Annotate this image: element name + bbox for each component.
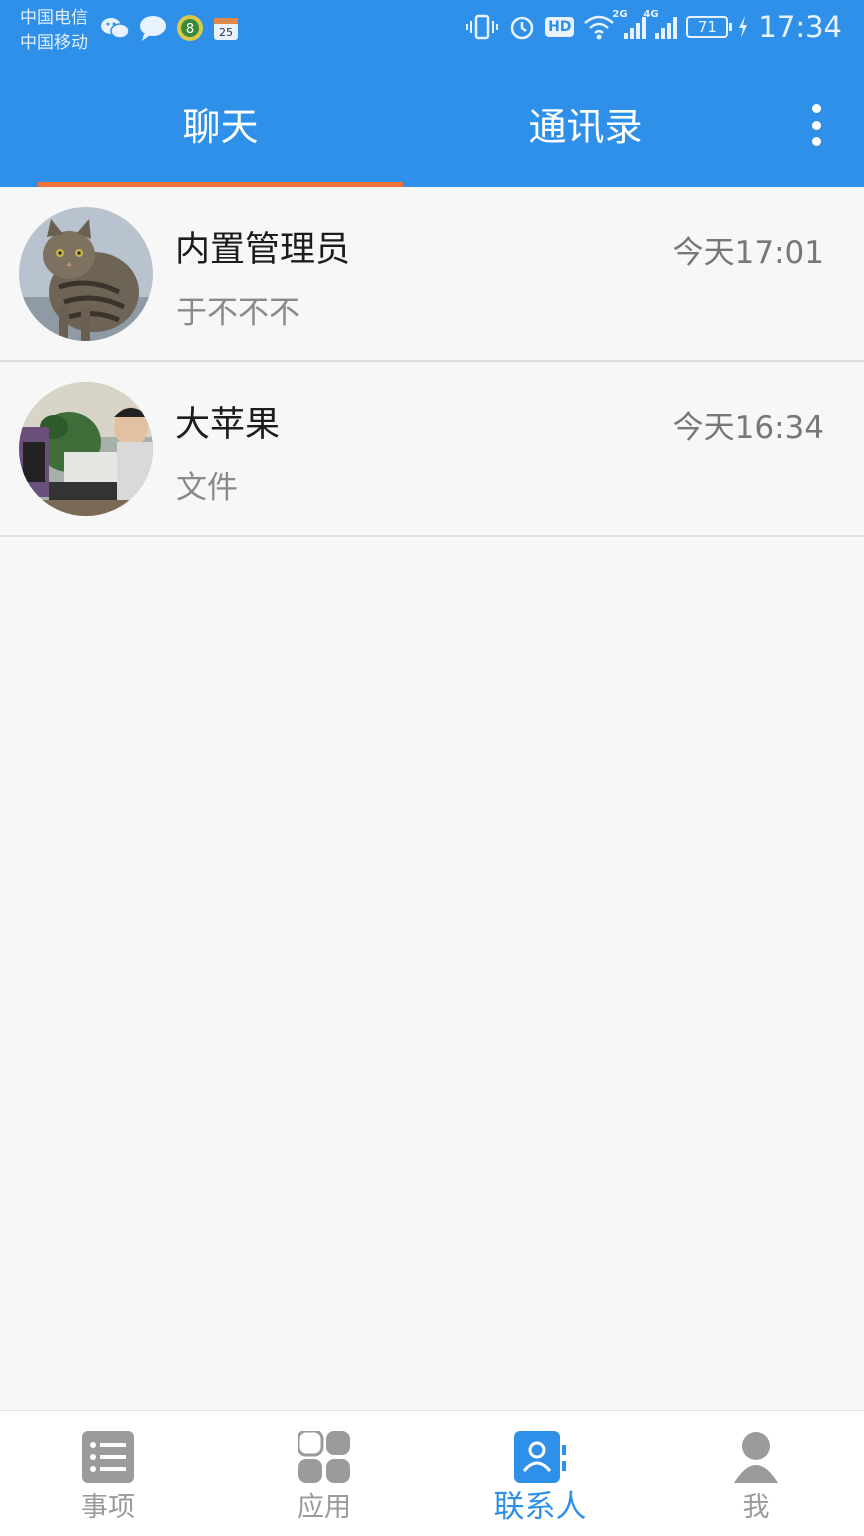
message-preview: 于不不不 xyxy=(176,295,300,331)
wechat-icon xyxy=(101,18,130,39)
conversation-row[interactable]: 大苹果 今天16:34 文件 xyxy=(0,362,864,537)
carrier-2: 中国移动 xyxy=(20,33,88,53)
alarm-icon xyxy=(510,16,534,40)
nav-apps[interactable]: 应用 xyxy=(216,1411,432,1536)
message-icon xyxy=(140,16,166,41)
calendar-icon: 25 xyxy=(214,18,238,40)
signal-2-icon: 4G xyxy=(643,9,678,39)
vibrate-icon xyxy=(466,14,499,40)
svg-text:25: 25 xyxy=(219,26,233,39)
nav-me[interactable]: 我 xyxy=(648,1411,864,1536)
message-time: 今天16:34 xyxy=(672,410,824,446)
more-menu-icon[interactable] xyxy=(806,104,826,146)
nav-apps-label: 应用 xyxy=(297,1492,351,1523)
system-status: HD 2G 4G 71 17:34 xyxy=(465,9,842,44)
wifi-icon xyxy=(584,15,615,40)
app-header: 聊天 通讯录 xyxy=(0,60,864,187)
nav-tasks[interactable]: 事项 xyxy=(0,1411,216,1536)
battery-indicator: 71 xyxy=(686,16,733,38)
person-icon xyxy=(734,1432,778,1483)
avatar[interactable] xyxy=(19,207,153,341)
clock: 17:34 xyxy=(758,10,842,44)
nav-contacts-label: 联系人 xyxy=(493,1489,587,1525)
carrier-1: 中国电信 xyxy=(20,8,88,28)
avatar[interactable] xyxy=(19,382,153,516)
signal-2-label: 4G xyxy=(643,9,659,20)
signal-1-label: 2G xyxy=(612,9,628,20)
contact-name: 内置管理员 xyxy=(175,230,351,270)
contacts-icon xyxy=(514,1431,566,1483)
conversation-list: 内置管理员 今天17:01 于不不不 大苹果 今天16:34 文件 xyxy=(0,187,864,537)
svg-text:8: 8 xyxy=(186,22,194,37)
list-icon xyxy=(82,1431,134,1483)
nav-me-label: 我 xyxy=(742,1492,770,1523)
bottom-navigation: 事项 应用 联系人 我 xyxy=(0,1410,864,1536)
message-time: 今天17:01 xyxy=(672,235,824,271)
charging-icon xyxy=(739,16,748,38)
notification-icons: 8 25 xyxy=(100,14,240,42)
apps-grid-icon xyxy=(298,1431,350,1483)
app-badge-icon: 8 xyxy=(177,15,203,41)
nav-contacts[interactable]: 联系人 xyxy=(432,1411,648,1536)
conversation-row[interactable]: 内置管理员 今天17:01 于不不不 xyxy=(0,187,864,362)
contact-name: 大苹果 xyxy=(175,405,281,445)
status-bar: 中国电信 中国移动 8 25 HD 2G 4G 71 17:34 xyxy=(0,0,864,60)
message-preview: 文件 xyxy=(176,470,238,506)
tab-chat[interactable]: 聊天 xyxy=(38,60,403,187)
tab-contacts[interactable]: 通讯录 xyxy=(403,60,768,187)
hd-badge: HD xyxy=(545,17,575,37)
carrier-info: 中国电信 中国移动 xyxy=(20,6,88,56)
nav-tasks-label: 事项 xyxy=(81,1492,135,1523)
